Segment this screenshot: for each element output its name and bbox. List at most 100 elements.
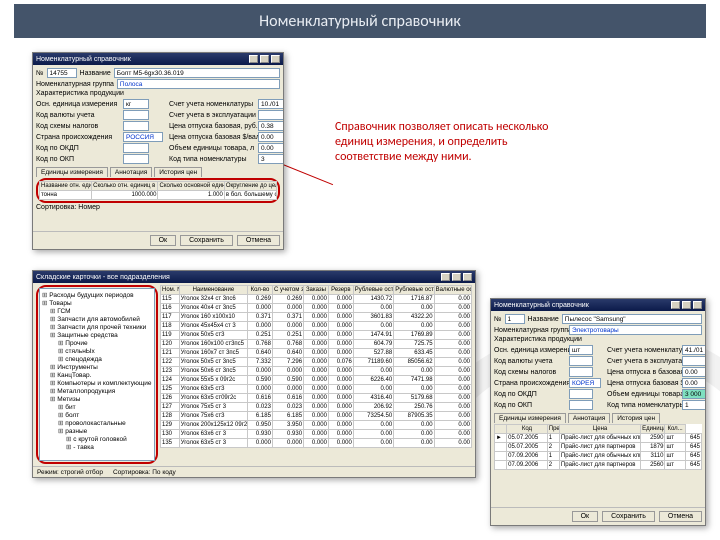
col-header[interactable]: Рублевые остатки [353, 286, 393, 295]
tree-node[interactable]: ⊞ Металлопродукция [42, 387, 152, 395]
col-header[interactable]: Цена [559, 425, 640, 434]
tree-node[interactable]: ⊞ Расходы будущих периодов [42, 291, 152, 299]
field-curr[interactable] [123, 110, 149, 120]
tree-node[interactable]: ⊞ Запчасти для прочей техники [42, 323, 152, 331]
table-row[interactable]: 129Уголок 200х125х12 09г2с0.9503.9500.00… [161, 421, 472, 430]
table-row[interactable]: 124Уголок 55х5 х 09г2с0.5900.5900.0000.0… [161, 376, 472, 385]
table-row[interactable]: 120Уголок 160х100 ст3пс50.7680.7680.0000… [161, 340, 472, 349]
col-header[interactable]: Валютные остатки [434, 286, 471, 295]
titlebar[interactable]: Номенклатурный справочник [33, 53, 283, 65]
stock-grid[interactable]: Ном. №НаименованиеКол-воС учетом заказов… [160, 285, 472, 448]
tree-node[interactable]: ⊞ Товары [42, 299, 152, 307]
min-icon[interactable] [441, 273, 450, 281]
uom-row[interactable]: тонна1000.0001.000в бол. большему округл… [40, 191, 277, 200]
col-header[interactable]: Код [507, 425, 548, 434]
tree-node[interactable]: ⊞ бит [42, 403, 152, 411]
tree-node[interactable]: ⊞ болт [42, 411, 152, 419]
table-row[interactable]: 130Уголок 63х6 ст 30.9300.9300.0000.0000… [161, 430, 472, 439]
tree-node[interactable]: ⊞ проволокастальные [42, 419, 152, 427]
cancel-button[interactable]: Отмена [237, 235, 280, 246]
category-tree[interactable]: ⊞ Расходы будущих периодов⊞ Товары⊞ ГСМ⊞… [39, 288, 155, 461]
table-row[interactable]: 121Уголок 160х7 ст 3пс50.6400.6400.0000.… [161, 349, 472, 358]
tree-node[interactable]: ⊞ спецодежда [42, 355, 152, 363]
tree-node[interactable]: ⊞ разные [42, 427, 152, 435]
col-header[interactable]: Прейскурант [547, 425, 559, 434]
field-price-val[interactable]: 0.00 [258, 132, 283, 142]
table-row[interactable]: 117Уголок 160 х100х100.3710.3710.0000.00… [161, 313, 472, 322]
table-row[interactable]: 119Уголок 50х5 ст30.2510.2510.0000.00014… [161, 331, 472, 340]
field-acc-nom[interactable]: 10./01 [258, 99, 283, 109]
field-tax[interactable] [123, 121, 149, 131]
field-unit[interactable]: кг [123, 99, 149, 109]
field-price-val[interactable]: 0.00 [682, 378, 705, 388]
col-header[interactable]: Кол... [665, 425, 685, 434]
field-num[interactable]: 14755 [47, 68, 77, 78]
table-row[interactable]: 123Уголок 50х6 ст 3пс50.0000.0000.0000.0… [161, 367, 472, 376]
table-row[interactable]: 118Уголок 45х45х4 ст 30.0000.0000.0000.0… [161, 322, 472, 331]
min-icon[interactable] [671, 301, 680, 309]
tree-node[interactable]: ⊞ Запчасти для автомобилей [42, 315, 152, 323]
close-icon[interactable] [693, 301, 702, 309]
field-type[interactable]: 3 [258, 154, 283, 164]
table-row[interactable]: 07.09.20062Прайс-лист для партнеров2560ш… [495, 461, 702, 470]
field-okdp[interactable] [569, 389, 593, 399]
field-okp[interactable] [569, 400, 593, 410]
field-okp[interactable] [123, 154, 149, 164]
field-origin[interactable]: РОССИЯ [123, 132, 163, 142]
col-header[interactable]: Ном. № [161, 286, 180, 295]
field-curr[interactable] [569, 356, 593, 366]
max-icon[interactable] [452, 273, 461, 281]
tab-annot[interactable]: Аннотация [568, 413, 610, 423]
tab-annot[interactable]: Аннотация [110, 167, 152, 177]
table-row[interactable]: 128Уголок 75х6 ст36.1856.1850.0000.00073… [161, 412, 472, 421]
max-icon[interactable] [682, 301, 691, 309]
col-header[interactable]: Кол-во [248, 286, 273, 295]
table-row[interactable]: 115Уголок 32х4 ст 3пс60.2690.2690.0000.0… [161, 295, 472, 304]
price-history-grid[interactable]: КодПрейскурантЦенаЕдиницаКол... ►05.07.2… [494, 424, 702, 470]
field-okdp[interactable] [123, 143, 149, 153]
tab-hist[interactable]: История цен [612, 413, 660, 423]
table-row[interactable]: ►05.07.20051Прайс-лист для обычных клиен… [495, 434, 702, 443]
table-row[interactable]: 116Уголок 40х4 ст 3пс50.0000.0000.0000.0… [161, 304, 472, 313]
tree-node[interactable]: ⊞ Прочие [42, 339, 152, 347]
field-price-rub[interactable]: 0.38 [258, 121, 283, 131]
field-num[interactable]: 1 [505, 314, 525, 324]
field-price-rub[interactable]: 0.00 [682, 367, 705, 377]
tab-uom[interactable]: Единицы измерения [494, 413, 566, 423]
col-header[interactable]: Резерв [328, 286, 353, 295]
field-vol[interactable]: 0.00 [258, 143, 283, 153]
close-icon[interactable] [271, 55, 280, 63]
tree-node[interactable]: ⊞ КанцТовар. [42, 371, 152, 379]
field-acc-expl[interactable] [258, 110, 283, 120]
col-header[interactable]: С учетом заказов на отпуск [272, 286, 303, 295]
table-row[interactable]: 122Уголок 50х5 ст 3пс57.3327.2960.0000.0… [161, 358, 472, 367]
save-button[interactable]: Сохранить [602, 511, 655, 522]
field-name[interactable]: Болт М5-6gx30.36.019 [114, 68, 280, 78]
col-header[interactable]: Заказы [304, 286, 329, 295]
tab-hist[interactable]: История цен [154, 167, 202, 177]
col-header[interactable] [495, 425, 507, 434]
tree-node[interactable]: ⊞ ГСМ [42, 307, 152, 315]
ok-button[interactable]: Ок [150, 235, 177, 246]
field-acc-nom[interactable]: 41./01 [682, 345, 705, 355]
field-unit[interactable]: шт [569, 345, 593, 355]
table-row[interactable]: 126Уголок 63х5 ст09г2с0.6160.6160.0000.0… [161, 394, 472, 403]
max-icon[interactable] [260, 55, 269, 63]
table-row[interactable]: 135Уголок 63х5 ст 30.0000.0000.0000.0000… [161, 439, 472, 448]
tree-node[interactable]: ⊞ Инструменты [42, 363, 152, 371]
tree-node[interactable]: ⊞ стяльнЫх [42, 347, 152, 355]
col-header[interactable]: Наименование [179, 286, 247, 295]
tree-node[interactable]: ⊞ - тавка [42, 443, 152, 451]
field-group[interactable]: Полоса [117, 79, 280, 89]
tree-node[interactable]: ⊞ Метизы [42, 395, 152, 403]
table-row[interactable]: 125Уголок 63х5 ст30.0000.0000.0000.0000.… [161, 385, 472, 394]
field-acc-expl[interactable] [682, 356, 705, 366]
field-name[interactable]: Пылесос "Samsung" [562, 314, 702, 324]
col-header[interactable]: Рублевые остатки + [394, 286, 434, 295]
table-row[interactable]: 05.07.20052Прайс-лист для партнеров1879ш… [495, 443, 702, 452]
titlebar[interactable]: Складские карточки - все подразделения [33, 271, 475, 283]
field-vol[interactable]: 3 000 [682, 389, 705, 399]
field-group[interactable]: Электротовары [569, 325, 702, 335]
tree-node[interactable]: ⊞ Компьютеры и комплектующие [42, 379, 152, 387]
tree-node[interactable]: ⊞ с крутой головкой [42, 435, 152, 443]
